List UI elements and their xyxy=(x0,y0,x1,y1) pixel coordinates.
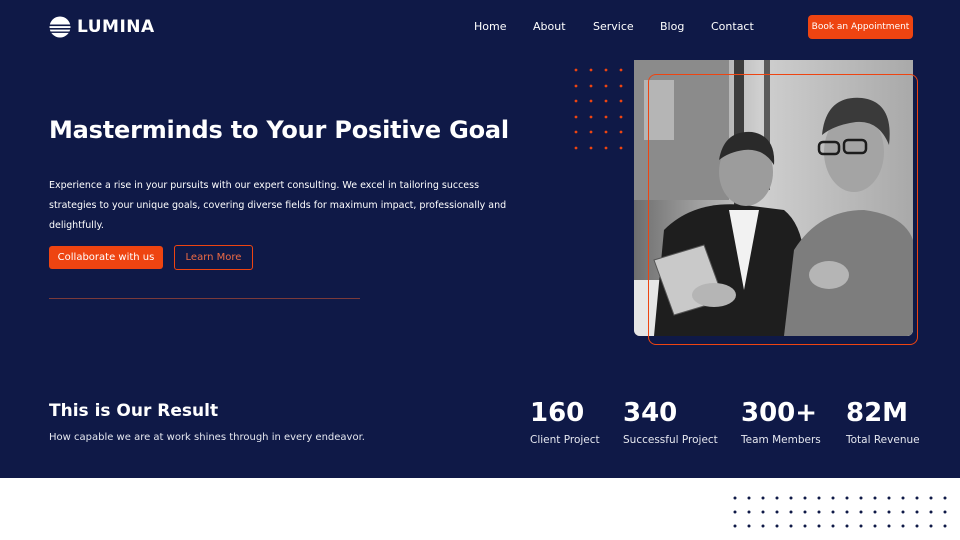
stat-label: Client Project xyxy=(530,434,600,446)
stat-team-members: 300+ Team Members xyxy=(741,398,821,446)
nav-home[interactable]: Home xyxy=(474,20,506,33)
book-appointment-button[interactable]: Book an Appointment xyxy=(808,15,913,39)
results-title: This is Our Result xyxy=(49,401,219,421)
collaborate-button[interactable]: Collaborate with us xyxy=(49,246,163,269)
decorative-dot-grid-bottom xyxy=(733,496,947,528)
hero-headline: Masterminds to Your Positive Goal xyxy=(49,116,509,144)
photo-accent-frame xyxy=(648,74,918,345)
hero-description: Experience a rise in your pursuits with … xyxy=(49,180,507,231)
stat-successful-project: 340 Successful Project xyxy=(623,398,718,446)
nav-about[interactable]: About xyxy=(533,20,566,33)
stat-client-project: 160 Client Project xyxy=(530,398,600,446)
stat-value: 300+ xyxy=(741,398,818,428)
nav-service[interactable]: Service xyxy=(593,20,634,33)
learn-more-button[interactable]: Learn More xyxy=(174,245,253,270)
stat-value: 340 xyxy=(623,398,678,428)
brand-name: LUMINA xyxy=(77,17,155,37)
nav-blog[interactable]: Blog xyxy=(660,20,684,33)
hero-divider xyxy=(49,298,360,299)
stat-label: Total Revenue xyxy=(846,434,920,446)
stat-total-revenue: 82M Total Revenue xyxy=(846,398,920,446)
brand-logo[interactable]: LUMINA xyxy=(49,16,155,38)
nav-contact[interactable]: Contact xyxy=(711,20,754,33)
results-subtitle: How capable we are at work shines throug… xyxy=(49,432,365,443)
stat-label: Successful Project xyxy=(623,434,718,446)
stat-value: 160 xyxy=(530,398,585,428)
stat-label: Team Members xyxy=(741,434,821,446)
globe-icon xyxy=(49,16,71,38)
stat-value: 82M xyxy=(846,398,909,428)
